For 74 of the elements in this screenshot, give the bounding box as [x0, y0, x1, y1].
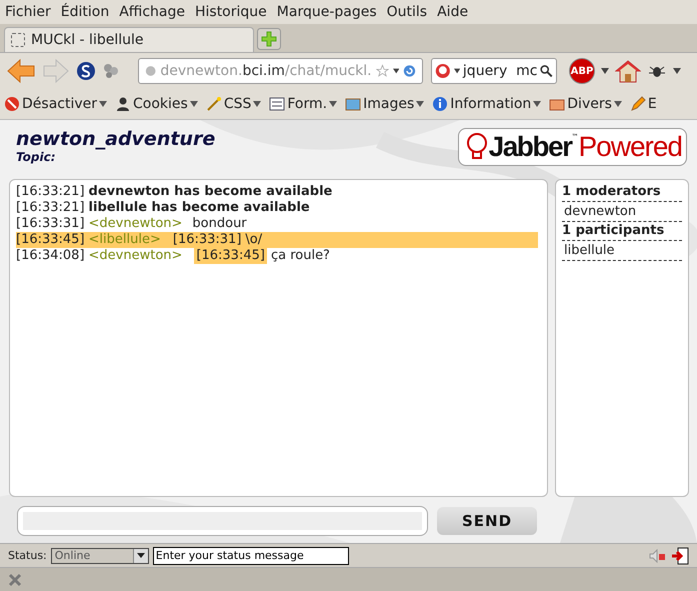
timestamp: [16:33:21]	[16, 184, 85, 200]
browser-tab[interactable]: MUCkl - libellule	[4, 27, 254, 52]
menu-item[interactable]: Affichage	[119, 4, 185, 20]
nickname: <devnewton>	[88, 248, 182, 264]
status-dropdown[interactable]: Online	[50, 548, 149, 564]
status-message-field[interactable]: Enter your status message	[152, 546, 349, 564]
caret-icon[interactable]	[454, 68, 460, 74]
s-logo-icon[interactable]	[76, 61, 96, 81]
message-text: ça roule?	[270, 248, 330, 264]
search-text: jquery mc	[462, 63, 538, 79]
home-icon[interactable]	[615, 59, 641, 83]
menu-item[interactable]: Outils	[386, 4, 428, 20]
toolbar-menu[interactable]: CSS	[224, 96, 252, 112]
toolbar-menu[interactable]: Cookies	[133, 96, 188, 112]
message-text: bondour	[192, 216, 247, 232]
quoted-timestamp[interactable]: [16:33:31]	[172, 232, 242, 248]
pencil-icon[interactable]	[630, 96, 646, 112]
caret-icon[interactable]	[190, 101, 198, 107]
nickname: <devnewton>	[88, 216, 182, 232]
star-icon[interactable]	[376, 63, 389, 79]
roster-member[interactable]: libellule	[562, 241, 682, 261]
form-icon[interactable]	[269, 96, 286, 112]
room-name: newton_adventure	[16, 128, 216, 150]
dots-icon[interactable]	[102, 62, 120, 80]
caret-icon[interactable]	[601, 68, 609, 74]
wand-icon[interactable]	[206, 96, 222, 112]
toolbar-menu[interactable]: Information	[450, 96, 532, 112]
caret-icon[interactable]	[614, 101, 622, 107]
menu-item[interactable]: Historique	[194, 4, 267, 20]
person-icon[interactable]	[115, 96, 131, 112]
toolbar-menu[interactable]: Divers	[567, 96, 612, 112]
message-input[interactable]	[17, 506, 428, 536]
toolbar-menu[interactable]: E	[648, 96, 657, 112]
timestamp: [16:33:45]	[16, 232, 85, 248]
roster-member[interactable]: devnewton	[562, 202, 682, 222]
menu-item[interactable]: Édition	[60, 4, 110, 20]
caret-icon[interactable]	[673, 68, 681, 74]
search-field[interactable]: jquery mc	[431, 58, 557, 84]
nickname: <libellule>	[88, 232, 161, 248]
quoted-timestamp[interactable]: [16:33:45]	[194, 248, 267, 264]
menu-item[interactable]: Fichier	[5, 4, 51, 20]
status-label: Status:	[8, 549, 47, 562]
adblock-button[interactable]: ABP	[569, 58, 595, 84]
reload-icon[interactable]	[403, 63, 416, 79]
caret-icon[interactable]	[392, 68, 400, 74]
menu-item[interactable]: Marque-pages	[276, 4, 377, 20]
toolbar-menu[interactable]: Images	[363, 96, 414, 112]
presence-message: devnewton has become available	[88, 184, 332, 200]
toolbar-menu[interactable]: Désactiver	[22, 96, 97, 112]
message-text: \o/	[245, 232, 262, 248]
send-button[interactable]: SEND	[437, 507, 537, 535]
prohibited-icon[interactable]	[4, 96, 20, 112]
roster-heading: 1 moderators	[562, 183, 682, 202]
timestamp: [16:33:21]	[16, 200, 85, 216]
timestamp: [16:33:31]	[16, 216, 85, 232]
search-icon[interactable]	[540, 63, 553, 79]
caret-icon[interactable]	[533, 101, 542, 107]
exit-icon[interactable]	[671, 546, 689, 564]
caret-icon[interactable]	[329, 101, 338, 107]
caret-icon[interactable]	[253, 101, 262, 107]
caret-icon[interactable]	[99, 101, 107, 107]
address-bar[interactable]: devnewton.bci.im/chat/muckl.	[138, 58, 423, 84]
timestamp: [16:34:08]	[16, 248, 85, 264]
info-icon[interactable]	[432, 96, 448, 112]
caret-icon[interactable]	[136, 553, 145, 558]
presence-message: libellule has become available	[88, 200, 310, 216]
caret-icon[interactable]	[416, 101, 424, 107]
back-icon[interactable]	[6, 58, 36, 84]
url-text: devnewton.bci.im/chat/muckl.	[160, 63, 372, 79]
menu-item[interactable]: Aide	[437, 4, 468, 20]
room-topic: Topic:	[16, 150, 56, 164]
roster-heading: 1 participants	[562, 222, 682, 241]
image-icon[interactable]	[345, 96, 362, 112]
toolbar-menu[interactable]: Form.	[287, 96, 328, 112]
